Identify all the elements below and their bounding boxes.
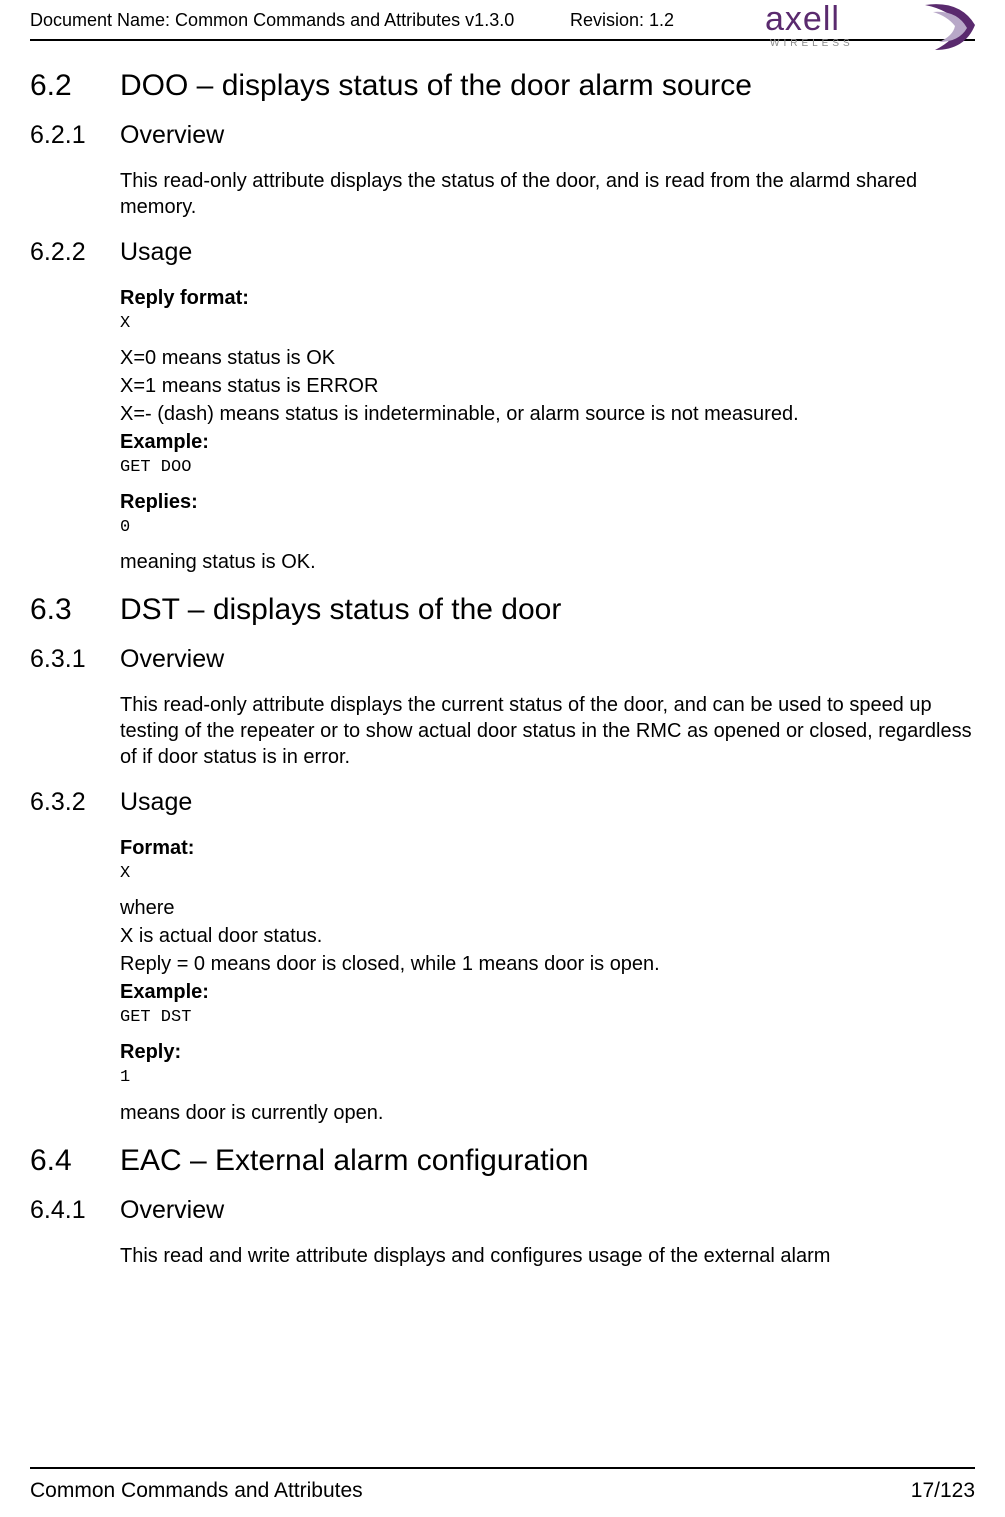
heading-6-3: 6.3 DST – displays status of the door (30, 593, 975, 627)
code-block: 0 (120, 517, 975, 539)
revision-label: Revision: 1.2 (570, 10, 674, 31)
text-line: X=1 means status is ERROR (120, 373, 975, 399)
section-body: Reply format: X X=0 means status is OK X… (120, 285, 975, 575)
paragraph: means door is currently open. (120, 1100, 975, 1126)
paragraph: This read-only attribute displays the st… (120, 168, 975, 220)
heading-number: 6.3.1 (30, 645, 120, 674)
text-line: X=- (dash) means status is indeterminabl… (120, 401, 975, 427)
section-body: This read-only attribute displays the cu… (120, 692, 975, 770)
heading-6-2-1: 6.2.1 Overview (30, 121, 975, 150)
heading-title: DOO – displays status of the door alarm … (120, 69, 752, 103)
label-reply-format: Reply format: (120, 285, 975, 311)
label-replies: Replies: (120, 489, 975, 515)
paragraph: This read-only attribute displays the cu… (120, 692, 975, 770)
label-reply: Reply: (120, 1039, 975, 1065)
heading-number: 6.3 (30, 593, 120, 627)
text-line: Reply = 0 means door is closed, while 1 … (120, 951, 975, 977)
label-format: Format: (120, 835, 975, 861)
heading-6-3-1: 6.3.1 Overview (30, 645, 975, 674)
paragraph: meaning status is OK. (120, 549, 975, 575)
document-name: Document Name: Common Commands and Attri… (30, 10, 570, 31)
heading-6-2-2: 6.2.2 Usage (30, 238, 975, 267)
heading-6-2: 6.2 DOO – displays status of the door al… (30, 69, 975, 103)
logo-swirl-icon (915, 0, 985, 60)
page-footer: Common Commands and Attributes 17/123 (30, 1479, 975, 1503)
heading-number: 6.4 (30, 1144, 120, 1178)
logo-text: axell (765, 0, 840, 39)
code-block: X (120, 863, 975, 885)
heading-title: Usage (120, 238, 192, 267)
paragraph: This read and write attribute displays a… (120, 1243, 975, 1269)
page-number: 17/123 (911, 1479, 975, 1503)
section-body: This read-only attribute displays the st… (120, 168, 975, 220)
text-line: where (120, 895, 975, 921)
logo-subtext: WIRELESS (770, 38, 854, 49)
heading-title: Overview (120, 1196, 224, 1225)
heading-6-4-1: 6.4.1 Overview (30, 1196, 975, 1225)
heading-title: DST – displays status of the door (120, 593, 561, 627)
page-header: Document Name: Common Commands and Attri… (0, 0, 1005, 31)
text-line: X=0 means status is OK (120, 345, 975, 371)
heading-6-4: 6.4 EAC – External alarm configuration (30, 1144, 975, 1178)
label-example: Example: (120, 429, 975, 455)
footer-rule (30, 1467, 975, 1469)
label-example: Example: (120, 979, 975, 1005)
section-body: Format: X where X is actual door status.… (120, 835, 975, 1125)
document-page: Document Name: Common Commands and Attri… (0, 0, 1005, 1517)
text-line: X is actual door status. (120, 923, 975, 949)
page-content: 6.2 DOO – displays status of the door al… (0, 41, 1005, 1269)
code-block: GET DST (120, 1007, 975, 1029)
axell-logo: axell WIRELESS (765, 0, 985, 60)
code-block: 1 (120, 1067, 975, 1089)
heading-6-3-2: 6.3.2 Usage (30, 788, 975, 817)
code-block: GET DOO (120, 457, 975, 479)
heading-number: 6.3.2 (30, 788, 120, 817)
heading-title: EAC – External alarm configuration (120, 1144, 589, 1178)
heading-number: 6.2 (30, 69, 120, 103)
heading-title: Usage (120, 788, 192, 817)
heading-title: Overview (120, 645, 224, 674)
section-body: This read and write attribute displays a… (120, 1243, 975, 1269)
heading-title: Overview (120, 121, 224, 150)
footer-title: Common Commands and Attributes (30, 1479, 363, 1503)
heading-number: 6.4.1 (30, 1196, 120, 1225)
heading-number: 6.2.1 (30, 121, 120, 150)
code-block: X (120, 313, 975, 335)
heading-number: 6.2.2 (30, 238, 120, 267)
